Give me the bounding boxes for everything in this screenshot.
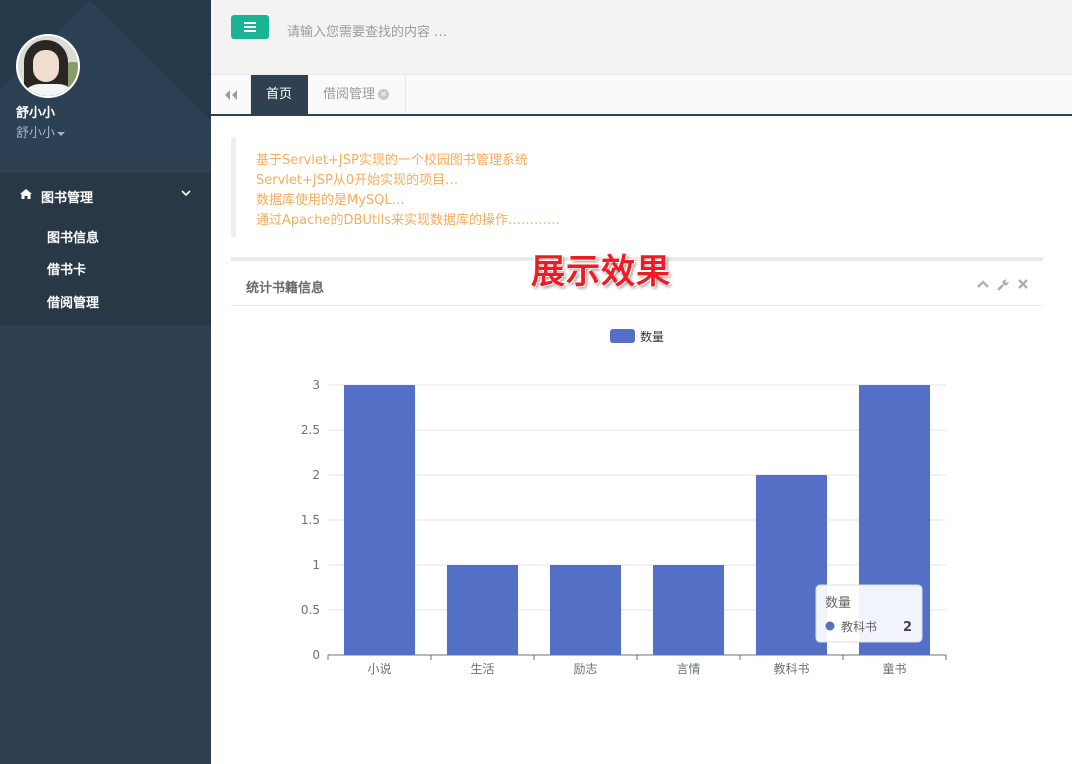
- tooltip-category: 教科书: [841, 619, 877, 634]
- bar-励志: [549, 565, 622, 655]
- menu-head-books[interactable]: 图书管理: [0, 173, 211, 217]
- bar-小说: [343, 385, 416, 655]
- y-tick-label: 3: [312, 378, 320, 392]
- x-tick-label: 小说: [367, 661, 391, 676]
- bar-chart: 数量00.511.522.53小说 生活 励志 言情 教科书 童书数量教科书 2: [301, 329, 947, 676]
- x-tick-label: 生活: [470, 662, 494, 676]
- x-tick-label: 言情: [676, 662, 700, 676]
- legend-label: 数量: [640, 329, 664, 344]
- y-tick-label: 0.5: [301, 603, 320, 617]
- stats-panel: 统计书籍信息 数量 0 0.5 1 1.5 2 2.5 3 小说 生活 励志 言情 教科书 童书 数量 教科书…: [231, 257, 1043, 757]
- x-tick-label: 励志: [573, 662, 597, 676]
- search-input[interactable]: [287, 22, 687, 42]
- tab-bar: 首页 借阅管理 ✕: [211, 75, 1072, 116]
- double-chevron-left-icon: [225, 90, 237, 100]
- home-icon: [20, 189, 32, 199]
- user-role-dropdown[interactable]: 舒小小: [16, 122, 66, 141]
- tooltip-series: 数量: [825, 596, 851, 611]
- close-tab-icon[interactable]: ✕: [378, 89, 390, 100]
- y-tick-label: 1: [312, 558, 320, 572]
- panel-title: 统计书籍信息: [246, 281, 325, 296]
- intro-line: 基于Servlet+JSP实现的一个校园图书管理系统: [256, 153, 528, 168]
- profile-panel: 舒小小 舒小小: [0, 0, 211, 157]
- chart-tooltip: 数量教科书 2: [815, 584, 923, 643]
- chevron-down-icon: [181, 190, 191, 197]
- chart-legend[interactable]: 数量: [610, 329, 664, 344]
- caret-down-icon: [57, 131, 66, 136]
- menu-head-label: 图书管理: [41, 191, 94, 206]
- overlay-title: 展示效果: [531, 252, 671, 292]
- x-tick-label: 教科书: [773, 661, 809, 676]
- collapse-icon[interactable]: [977, 279, 989, 289]
- tooltip-marker: [825, 621, 835, 631]
- bar-言情: [652, 565, 725, 655]
- intro-line: 通过Apache的DBUtils来实现数据库的操作…………: [256, 213, 561, 228]
- tab-home-label: 首页: [266, 87, 293, 102]
- wrench-icon[interactable]: [997, 279, 1009, 291]
- intro-line: Servlet+JSP从0开始实现的项目…: [256, 173, 459, 188]
- sidebar: 舒小小 舒小小 图书管理 图书信息 借书卡 借阅管理: [0, 0, 211, 764]
- user-name: 舒小小: [16, 106, 56, 121]
- tab-borrow-manage[interactable]: 借阅管理 ✕: [308, 75, 406, 114]
- intro-line: 数据库使用的是MySQL…: [256, 193, 405, 208]
- menu-toggle-button[interactable]: [231, 15, 269, 39]
- y-tick-label: 2: [312, 468, 320, 482]
- avatar[interactable]: [16, 34, 80, 98]
- sidebar-item-book-info[interactable]: 图书信息: [47, 227, 99, 246]
- tooltip-value: 2: [903, 620, 912, 635]
- tab-borrow-manage-label: 借阅管理: [323, 87, 376, 102]
- x-tick-label: 童书: [882, 661, 906, 676]
- close-icon[interactable]: [1018, 279, 1028, 289]
- top-navbar: [211, 0, 1072, 75]
- y-tick-label: 0: [312, 648, 320, 662]
- y-tick-label: 1.5: [301, 513, 320, 527]
- bar-生活: [446, 565, 519, 655]
- menu-group-books: 图书管理 图书信息 借书卡 借阅管理: [0, 173, 211, 326]
- tab-scroll-left-button[interactable]: [211, 75, 251, 114]
- sidebar-item-borrow-manage[interactable]: 借阅管理: [47, 292, 99, 311]
- user-role-label: 舒小小: [16, 126, 56, 141]
- legend-swatch: [610, 329, 635, 343]
- chart-container: 数量 0 0.5 1 1.5 2 2.5 3 小说 生活 励志 言情 教科书 童书 数量 教科书 2: [231, 306, 1043, 761]
- sidebar-item-library-card[interactable]: 借书卡: [47, 259, 86, 278]
- intro-blockquote: 基于Servlet+JSP实现的一个校园图书管理系统 Servlet+JSP从0…: [231, 138, 1041, 237]
- y-tick-label: 2.5: [301, 423, 320, 437]
- tab-home[interactable]: 首页: [251, 75, 308, 114]
